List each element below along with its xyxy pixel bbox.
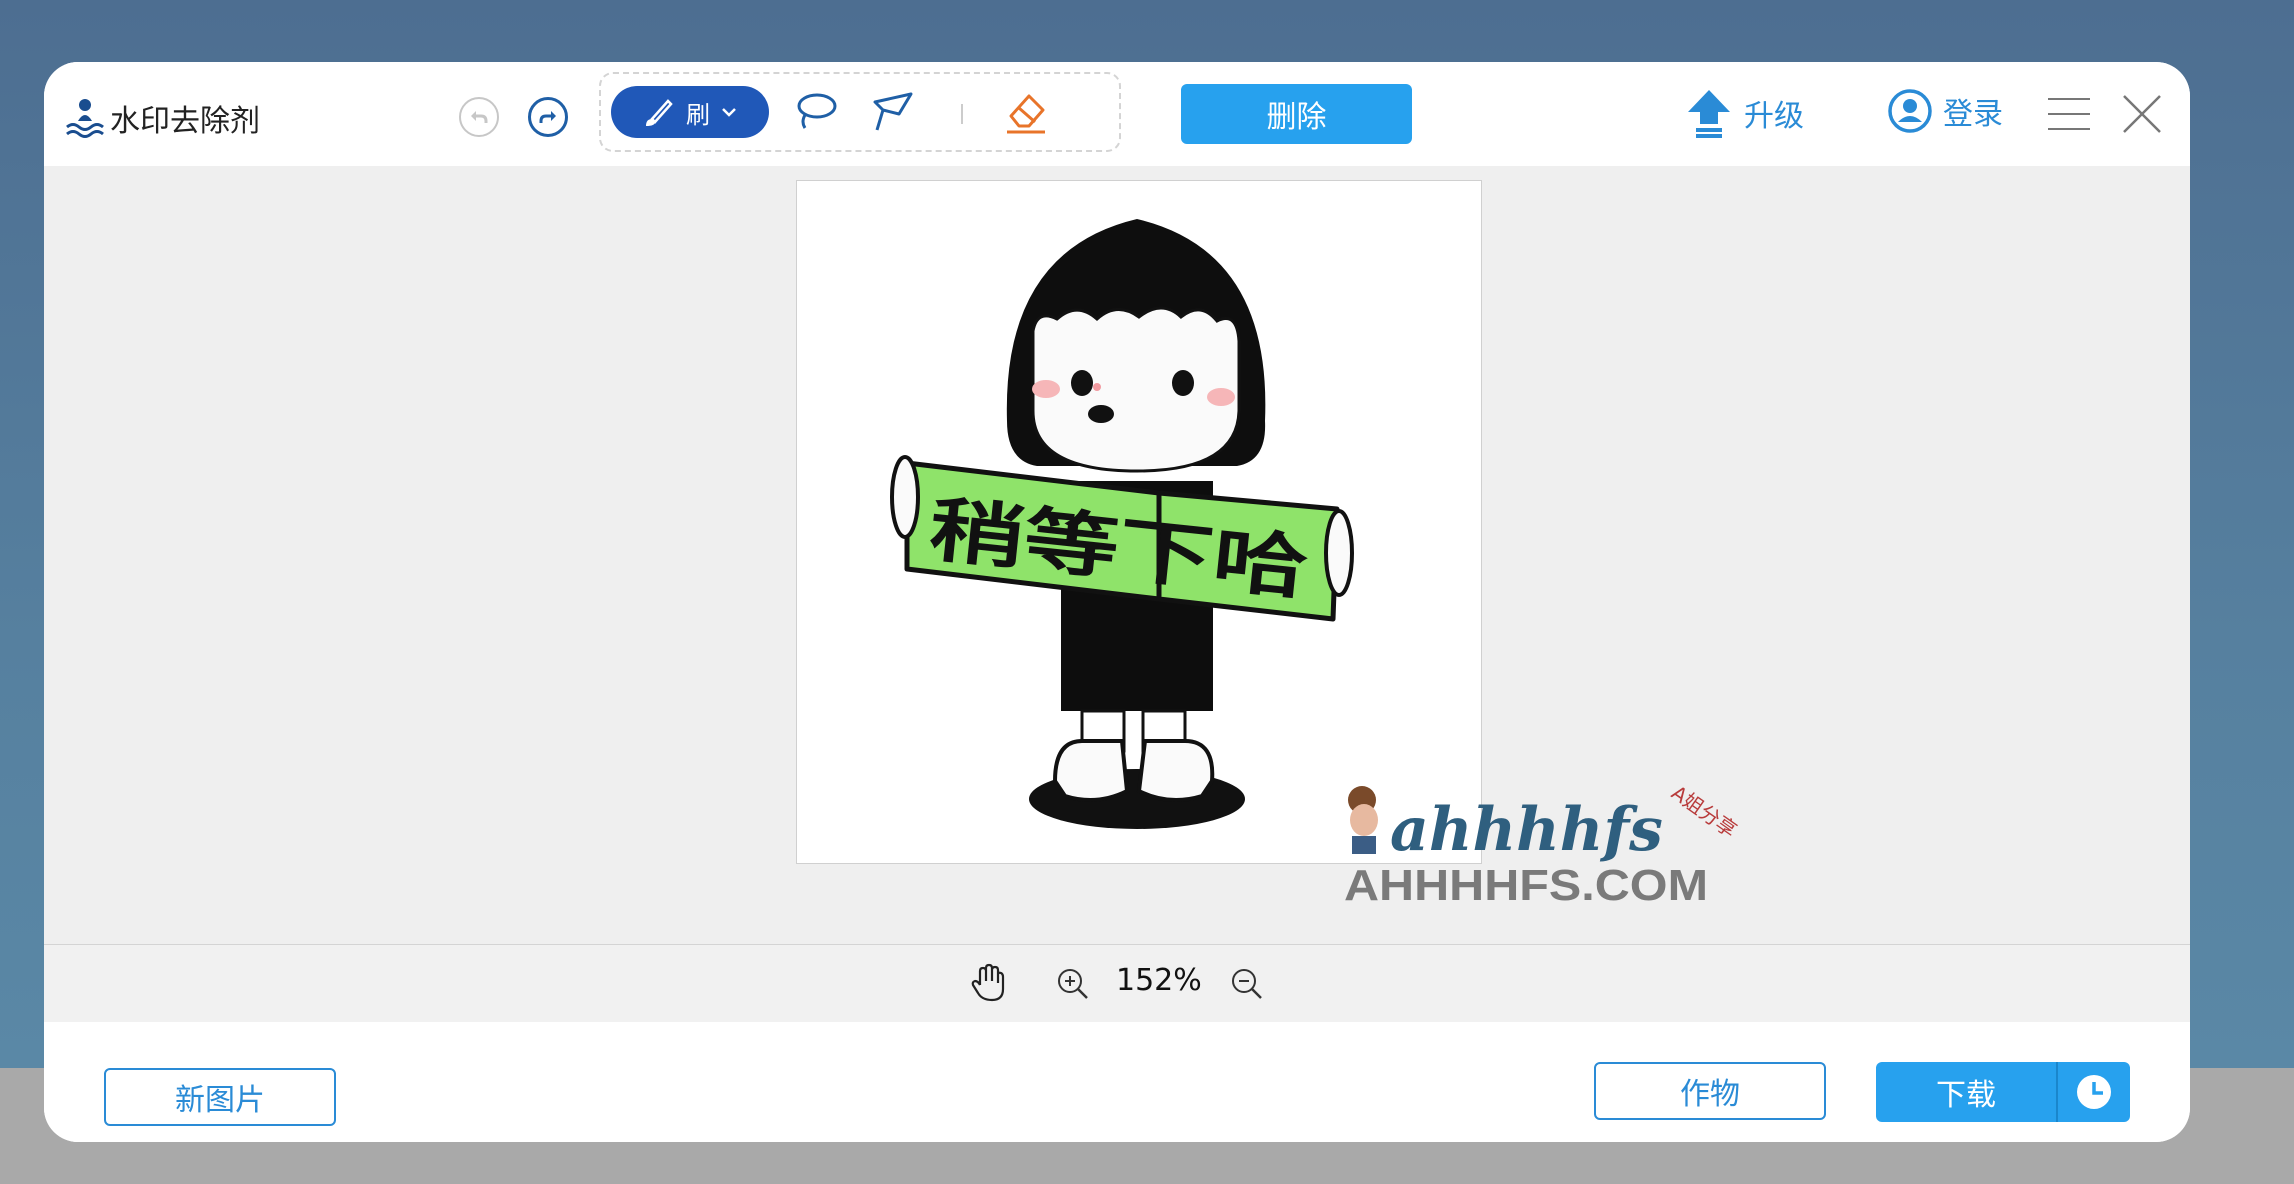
- undo-button[interactable]: [459, 97, 499, 137]
- delete-label: 删除: [1266, 100, 1327, 135]
- footer-bar: 新图片 作物 下载: [44, 1022, 2190, 1142]
- upgrade-label: 升级: [1744, 99, 1804, 134]
- new-image-label: 新图片: [175, 1083, 265, 1118]
- watermark-text: ahhhhfs: [1390, 795, 1663, 865]
- brush-icon: [646, 99, 673, 126]
- works-button[interactable]: 作物: [1594, 1062, 1826, 1120]
- zoom-in-icon[interactable]: [1056, 967, 1090, 1001]
- undo-icon: [471, 111, 488, 123]
- user-icon: [1888, 89, 1932, 133]
- toolbar: 水印去除剂 刷 删除 升级 登录: [44, 62, 2190, 166]
- upgrade-link[interactable]: 升级: [1686, 88, 1804, 138]
- redo-icon: [539, 111, 556, 123]
- brush-tool-button[interactable]: 刷: [611, 86, 769, 138]
- download-label: 下载: [1936, 1078, 1996, 1113]
- download-button-group: 下载: [1876, 1062, 2130, 1122]
- zoom-bar: 152%: [44, 944, 2190, 1022]
- zoom-out-icon[interactable]: [1230, 967, 1264, 1001]
- polygon-lasso-tool-icon[interactable]: [869, 88, 917, 136]
- hamburger-menu-icon[interactable]: [2048, 96, 2090, 132]
- watermark-domain: AHHHHFS.COM: [1344, 861, 1708, 910]
- brush-label: 刷: [686, 100, 710, 129]
- redo-button[interactable]: [528, 97, 568, 137]
- water-drop-person-icon: [66, 99, 104, 138]
- new-image-button[interactable]: 新图片: [104, 1068, 336, 1126]
- watermark-overlay: ahhhhfs A姐分享 AHHHHFS.COM: [1344, 780, 1741, 910]
- tool-divider: [961, 104, 963, 124]
- lasso-tool-icon[interactable]: [791, 88, 839, 136]
- close-icon[interactable]: [2120, 92, 2164, 136]
- zoom-level: 152%: [1116, 963, 1202, 998]
- pan-hand-icon[interactable]: [970, 963, 1006, 1003]
- app-window: 水印去除剂 刷 删除 升级 登录 稍等下哈 ahhhhfs A姐分享 AHHHH…: [44, 62, 2190, 1142]
- app-logo: 水印去除剂: [64, 96, 260, 140]
- editor-canvas[interactable]: 稍等下哈 ahhhhfs A姐分享 AHHHHFS.COM: [44, 166, 2190, 944]
- works-label: 作物: [1680, 1077, 1740, 1112]
- watermark-tag: A姐分享: [1667, 780, 1741, 842]
- clock-icon: [2077, 1075, 2111, 1109]
- app-title: 水印去除剂: [110, 104, 260, 139]
- eraser-tool-icon[interactable]: [1001, 86, 1051, 136]
- selection-tool-group: 刷: [599, 72, 1121, 152]
- history-button[interactable]: [2058, 1062, 2130, 1122]
- chevron-down-icon: [722, 108, 736, 117]
- login-label: 登录: [1943, 97, 2003, 132]
- login-link[interactable]: 登录: [1887, 88, 2003, 134]
- delete-button[interactable]: 删除: [1181, 84, 1412, 144]
- upload-arrow-icon: [1688, 90, 1730, 138]
- download-button[interactable]: 下载: [1876, 1062, 2056, 1122]
